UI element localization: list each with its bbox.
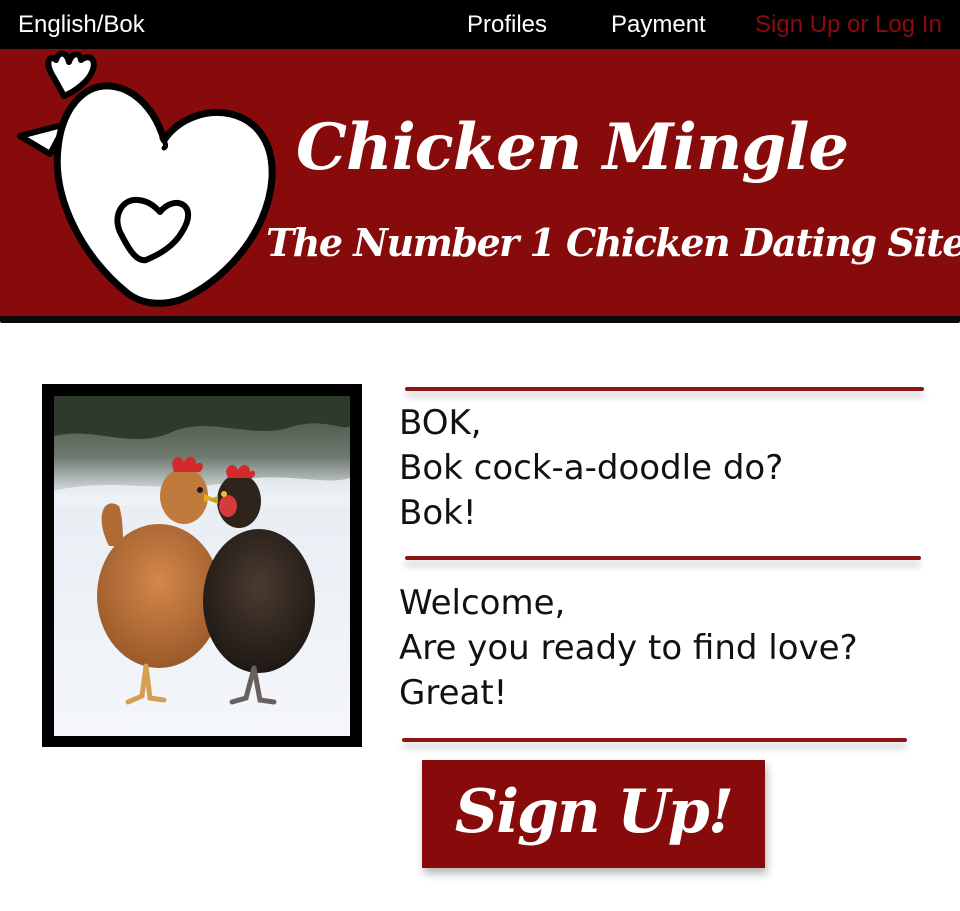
bok-line-3: Bok! (399, 493, 477, 533)
sign-up-button[interactable]: Sign Up! (422, 760, 765, 868)
divider-top (405, 387, 924, 391)
payment-link[interactable]: Payment (611, 11, 706, 39)
chickens-photo-frame (42, 384, 362, 747)
chicken-heart-logo-icon (17, 50, 276, 307)
bok-line-2: Bok cock-a-doodle do? (399, 448, 784, 488)
welcome-line-1: Welcome, (399, 583, 566, 623)
two-chickens-photo (54, 396, 350, 736)
site-tagline: The Number 1 Chicken Dating Site (266, 220, 960, 265)
welcome-line-2: Are you ready to find love? (399, 628, 858, 668)
site-title: Chicken Mingle (296, 110, 849, 185)
banner-divider (0, 316, 960, 323)
language-link[interactable]: English/Bok (18, 11, 145, 39)
divider-middle (405, 556, 921, 560)
divider-bottom (402, 738, 907, 742)
welcome-line-3: Great! (399, 673, 508, 713)
bok-line-1: BOK, (399, 403, 482, 443)
profiles-link[interactable]: Profiles (467, 11, 547, 39)
top-nav: English/Bok Profiles Payment Sign Up or … (0, 0, 960, 49)
signup-login-link[interactable]: Sign Up or Log In (755, 11, 942, 39)
welcome-message: Welcome, Are you ready to find love? Gre… (399, 581, 858, 716)
bok-message: BOK, Bok cock-a-doodle do? Bok! (399, 401, 783, 536)
